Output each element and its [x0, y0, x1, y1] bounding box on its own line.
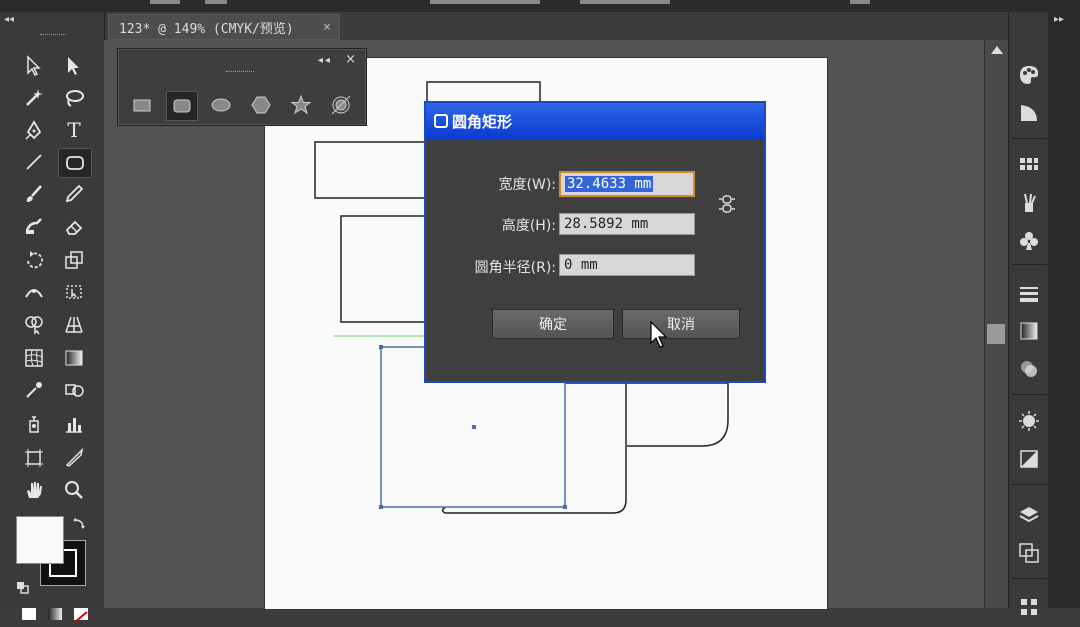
document-tab[interactable]: 123* @ 149% (CMYK/预览) ×: [108, 14, 340, 40]
layers-panel-icon[interactable]: [1013, 500, 1045, 530]
center-point: [472, 425, 476, 429]
artwork-rect-wide[interactable]: [314, 141, 428, 199]
mouse-cursor-icon: [650, 321, 668, 348]
rectangle-icon[interactable]: [127, 91, 157, 119]
expand-dock-icon[interactable]: ▸▸: [1054, 14, 1064, 25]
stroke-panel-icon[interactable]: [1013, 278, 1045, 308]
width-field[interactable]: 32.4633 mm: [559, 171, 695, 197]
height-label: 高度(H):: [501, 218, 556, 234]
selection-handle[interactable]: [379, 345, 383, 349]
constrain-proportions-icon[interactable]: [716, 193, 738, 215]
scroll-up-icon[interactable]: [991, 46, 1003, 54]
transparency-panel-icon[interactable]: [1013, 354, 1045, 384]
appearance-panel-icon[interactable]: [1013, 406, 1045, 436]
artwork-rounded-shape-bottom[interactable]: [441, 382, 627, 514]
collapse-flyout-icon[interactable]: ◂◂: [318, 55, 332, 66]
width-value: 32.4633 mm: [565, 176, 654, 192]
corner-radius-value: 0 mm: [564, 257, 598, 273]
ok-button[interactable]: 确定: [492, 309, 614, 339]
align-panel-icon[interactable]: [1013, 592, 1045, 622]
height-value: 28.5892 mm: [564, 216, 649, 232]
artboards-panel-icon[interactable]: [1013, 538, 1045, 568]
vertical-scrollbar[interactable]: [984, 40, 1009, 608]
panel-dock: [1008, 12, 1049, 615]
corner-radius-field[interactable]: 0 mm: [559, 254, 695, 276]
panel-dock-edge: ▸▸: [1048, 12, 1080, 608]
swatches-panel-icon[interactable]: [1013, 150, 1045, 180]
rounded-rectangle-dialog: 圆角矩形 宽度(W): 32.4633 mm 高度(H): 28.5892 mm…: [424, 101, 766, 383]
brushes-panel-icon[interactable]: [1013, 188, 1045, 218]
flare-icon[interactable]: [326, 91, 356, 119]
height-field[interactable]: 28.5892 mm: [559, 213, 695, 235]
selection-handle[interactable]: [379, 505, 383, 509]
star-icon[interactable]: [286, 91, 316, 119]
width-label: 宽度(W):: [498, 177, 556, 193]
color-mode-icon[interactable]: [22, 608, 36, 620]
ellipse-icon[interactable]: [206, 91, 236, 119]
shape-tools-flyout: ◂◂ ×: [117, 48, 367, 126]
selection-handle[interactable]: [563, 505, 567, 509]
symbols-panel-icon[interactable]: [1013, 226, 1045, 256]
cancel-button[interactable]: 取消: [622, 309, 740, 339]
artwork-rect-middle[interactable]: [340, 215, 428, 323]
dialog-title: 圆角矩形: [452, 112, 513, 131]
color-panel-icon[interactable]: [1013, 60, 1045, 90]
artwork-rounded-shape-right[interactable]: [627, 382, 729, 447]
gradient-mode-icon[interactable]: [48, 608, 62, 620]
close-tab-icon[interactable]: ×: [323, 20, 331, 35]
color-guide-panel-icon[interactable]: [1013, 98, 1045, 128]
dialog-app-icon: [434, 114, 448, 128]
close-flyout-icon[interactable]: ×: [345, 52, 358, 67]
dialog-titlebar[interactable]: 圆角矩形: [426, 103, 764, 139]
polygon-icon[interactable]: [246, 91, 276, 119]
gradient-panel-icon[interactable]: [1013, 316, 1045, 346]
scroll-thumb[interactable]: [987, 324, 1005, 344]
none-mode-icon[interactable]: [74, 608, 88, 623]
document-tab-title: 123* @ 149% (CMYK/预览): [119, 21, 294, 37]
panel-grip[interactable]: [226, 71, 254, 72]
corner-radius-label: 圆角半径(R):: [474, 260, 556, 276]
graphic-styles-panel-icon[interactable]: [1013, 444, 1045, 474]
rounded-rectangle-icon[interactable]: [166, 91, 198, 121]
